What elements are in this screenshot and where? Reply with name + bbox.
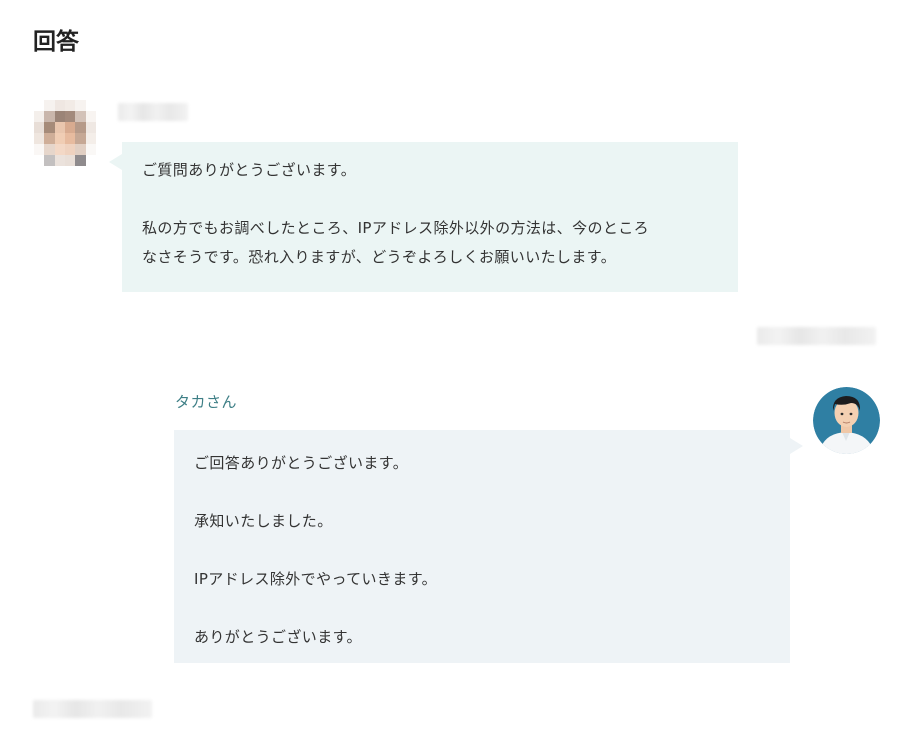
replier-avatar-icon[interactable] bbox=[813, 387, 880, 454]
page-title: 回答 bbox=[33, 29, 79, 55]
answerer-name-blurred bbox=[118, 103, 188, 121]
answer-line: なさそうです。恐れ入りますが、どうぞよろしくお願いいたします。 bbox=[142, 248, 617, 266]
reply-line: ご回答ありがとうございます。 bbox=[194, 454, 409, 472]
answer-date-blurred bbox=[757, 327, 876, 345]
reply-author-name[interactable]: タカさん bbox=[175, 390, 237, 414]
answer-bubble: ご質問ありがとうございます。 私の方でもお調べしたところ、IPアドレス除外以外の… bbox=[109, 142, 738, 292]
reply-line: ありがとうございます。 bbox=[194, 628, 362, 646]
answerer-avatar-icon[interactable] bbox=[34, 100, 96, 166]
reply-date-blurred bbox=[33, 700, 152, 718]
reply-line: IPアドレス除外でやっていきます。 bbox=[194, 570, 438, 588]
reply-line: 承知いたしました。 bbox=[194, 512, 333, 530]
answer-line: ご質問ありがとうございます。 bbox=[142, 161, 357, 179]
reply-bubble: ご回答ありがとうございます。 承知いたしました。 IPアドレス除外でやっていきま… bbox=[174, 430, 803, 663]
answer-line: 私の方でもお調べしたところ、IPアドレス除外以外の方法は、今のところ bbox=[142, 219, 650, 237]
